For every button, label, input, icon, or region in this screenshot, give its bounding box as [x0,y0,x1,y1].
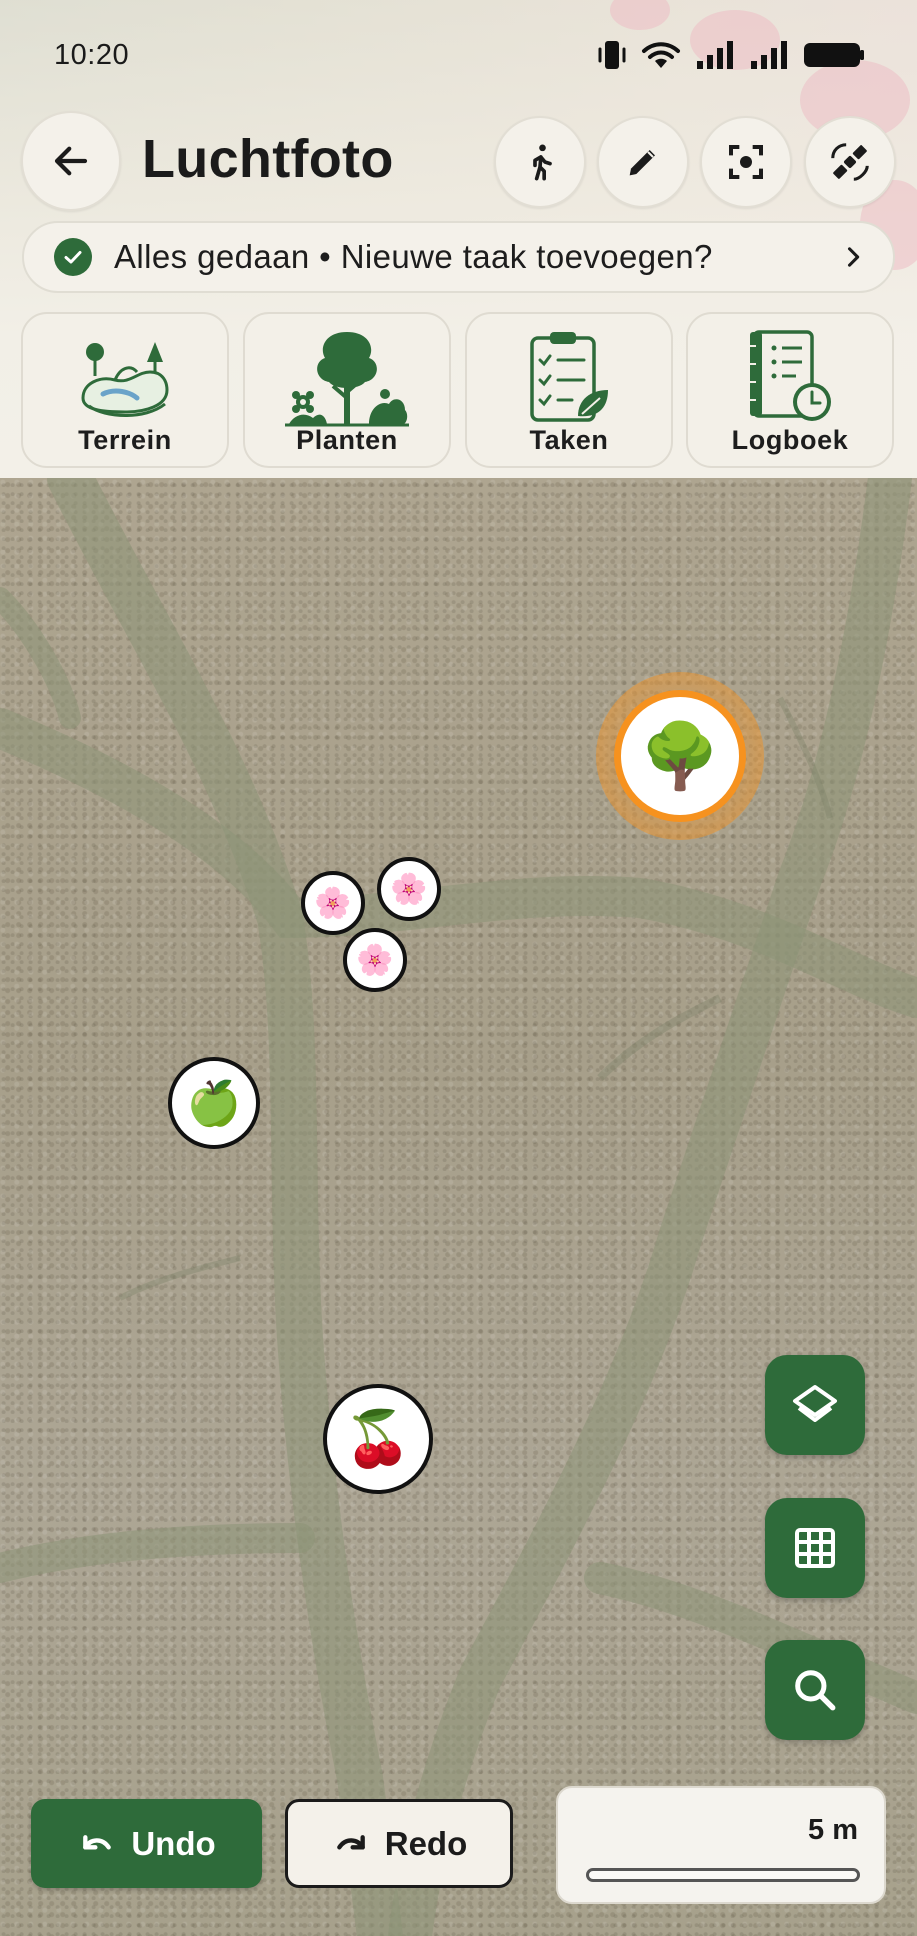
blossom-icon: 🌸 [314,885,352,921]
wifi-icon [642,42,680,68]
satellite-button[interactable] [804,116,896,208]
signal-icon [697,41,733,69]
cherry-marker[interactable]: 🍒 [323,1384,433,1494]
scale-label: 5 m [808,1814,858,1846]
walk-mode-button[interactable] [494,116,586,208]
blossom-marker[interactable]: 🌸 [377,857,441,921]
undo-icon [83,1834,112,1849]
layers-button[interactable] [765,1355,865,1455]
redo-button[interactable]: Redo [285,1799,513,1888]
blossom-marker[interactable]: 🌸 [343,928,407,992]
focus-frame-icon [729,145,763,179]
tree-icon: 🌳 [640,719,720,794]
arrow-left-icon [54,146,88,176]
status-icons [597,38,865,72]
battery-icon [804,43,864,67]
blossom-icon: 🌸 [356,942,394,978]
apple-icon: 🍏 [186,1078,242,1129]
map-scale: 5 m [556,1786,886,1904]
blossom-icon: 🌸 [390,871,428,907]
status-bar: 10:20 [0,0,917,110]
header: 10:20 Luchtfoto Alles gedaan • Nieuwe ta… [0,0,917,478]
category-label: Planten [296,425,398,455]
task-banner[interactable]: Alles gedaan • Nieuwe taak toevoegen? [22,221,895,293]
chevron-right-icon [847,247,860,267]
tree-marker[interactable]: 🌳 [614,690,746,822]
pencil-icon [629,150,655,176]
plants-icon [285,332,409,427]
edit-button[interactable] [597,116,689,208]
redo-label: Redo [384,1824,468,1862]
apple-marker[interactable]: 🍏 [168,1057,260,1149]
category-terrein[interactable]: Terrein [21,312,229,468]
vibrate-icon [598,41,626,69]
undo-button[interactable]: Undo [31,1799,262,1888]
search-icon [795,1670,836,1711]
undo-label: Undo [131,1824,216,1862]
landscape-icon [81,342,169,417]
signal-icon [751,41,787,69]
satellite-icon [831,143,869,181]
focus-button[interactable] [700,116,792,208]
search-button[interactable] [765,1640,865,1740]
check-circle-icon [54,238,92,276]
status-time: 10:20 [54,38,130,71]
category-logboek[interactable]: Logboek [686,312,894,468]
category-taken[interactable]: Taken [465,312,673,468]
grid-button[interactable] [765,1498,865,1598]
task-banner-text: Alles gedaan • Nieuwe taak toevoegen? [114,238,713,275]
scale-bar [586,1868,860,1882]
page-title: Luchtfoto [142,129,394,189]
blossom-marker[interactable]: 🌸 [301,871,365,935]
layers-icon [793,1385,837,1422]
logbook-icon [748,330,831,421]
task-clipboard-icon [530,332,608,422]
cherry-icon: 🍒 [344,1407,412,1470]
category-label: Terrein [78,425,172,455]
category-label: Taken [529,425,609,455]
person-walking-icon [533,144,552,181]
back-button[interactable] [21,111,121,211]
redo-icon [336,1834,365,1849]
category-planten[interactable]: Planten [243,312,451,468]
grid-icon [795,1528,835,1568]
category-label: Logboek [731,425,849,455]
